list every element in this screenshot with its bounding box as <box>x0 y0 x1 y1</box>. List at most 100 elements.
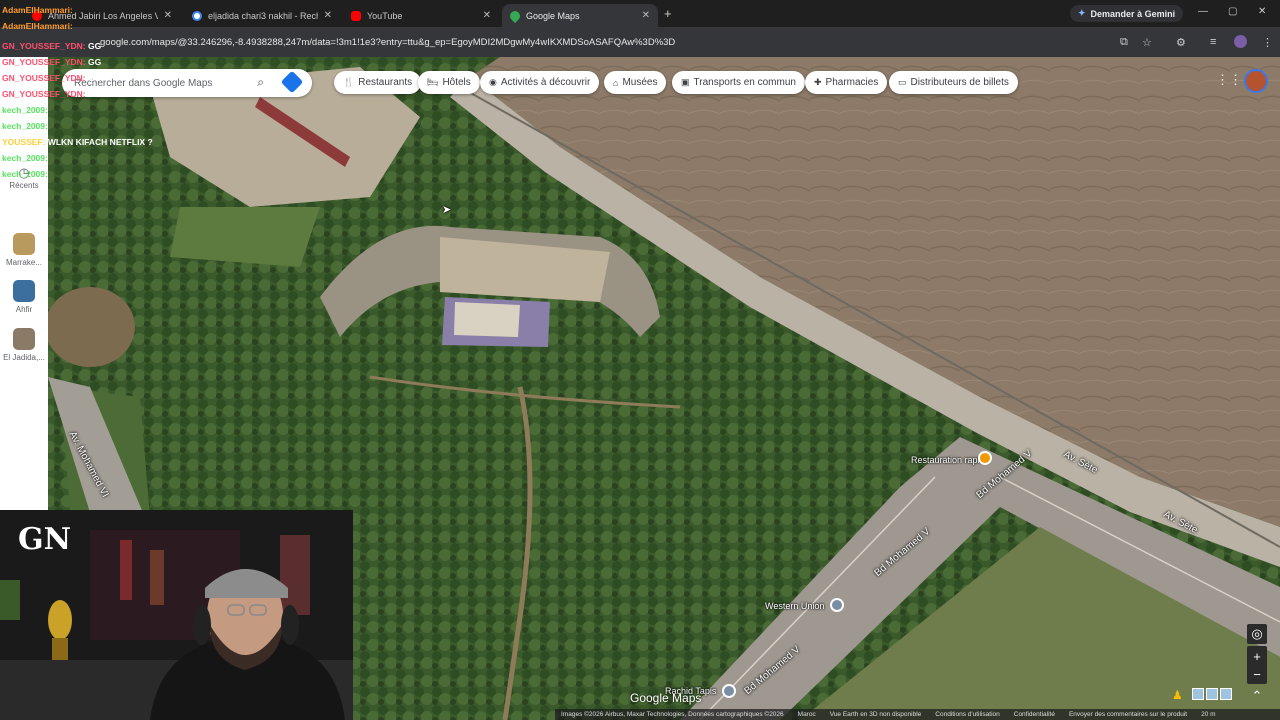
feedback-link[interactable]: Envoyer des commentaires sur le produit <box>1069 711 1187 718</box>
bookmark-star-icon[interactable]: ☆ <box>1142 36 1152 49</box>
atm-icon: ▭ <box>898 77 907 87</box>
bus-icon: ▣ <box>681 77 690 87</box>
pegman-icon[interactable]: ♟ <box>1172 688 1183 702</box>
menu-kebab-icon[interactable]: ⋮ <box>1262 36 1273 49</box>
chip-label: Restaurants <box>358 77 413 88</box>
chip-hotels[interactable]: 🛏 Hôtels <box>418 71 480 94</box>
google-maps-logo: Google Maps <box>630 691 702 705</box>
zoom-in-button[interactable]: + <box>1247 646 1267 666</box>
tab-youtube[interactable]: YouTube ✕ <box>343 4 499 27</box>
earth-3d-note: Vue Earth en 3D non disponible <box>829 711 922 718</box>
privacy-link[interactable]: Confidentialité <box>1014 711 1055 718</box>
google-favicon-icon <box>192 10 202 21</box>
chat-message: kech_2009: <box>2 169 48 179</box>
new-tab-button[interactable]: + <box>664 6 672 21</box>
chat-message: GN_YOUSSEF_YDN: GG <box>2 73 102 83</box>
screen: Ahmed Jabiri Los Angeles Vlog ✕ eljadida… <box>0 0 1280 720</box>
tab-search[interactable]: eljadida chari3 nakhil - Recherche ✕ <box>184 4 340 27</box>
chip-label: Activités à découvrir <box>500 77 591 88</box>
chip-label: Distributeurs de billets <box>910 77 1009 88</box>
chat-message: GN_YOUSSEF_YDN: GG <box>2 89 102 99</box>
restaurant-pin-icon[interactable] <box>978 451 992 465</box>
pharmacy-icon: ✚ <box>814 77 822 87</box>
bank-label[interactable]: Western Union <box>765 601 824 611</box>
chip-atms[interactable]: ▭ Distributeurs de billets <box>889 71 1018 94</box>
camera-icon: ◉ <box>489 77 497 87</box>
tab-strip: Ahmed Jabiri Los Angeles Vlog ✕ eljadida… <box>0 0 1280 27</box>
close-tab-icon[interactable]: ✕ <box>324 10 332 21</box>
maps-favicon-icon <box>507 8 523 23</box>
tab-title: eljadida chari3 nakhil - Recherche <box>208 10 318 21</box>
chat-message: kech_2009: <box>2 105 48 115</box>
place-thumbnail <box>13 280 35 302</box>
zoom-out-button[interactable]: − <box>1247 664 1267 684</box>
maximize-button[interactable]: ▢ <box>1228 6 1237 17</box>
chat-message: kech_2009: <box>2 121 48 131</box>
chat-message: YOUSSEF: WLKN KIFACH NETFLIX ? <box>2 137 153 147</box>
directions-icon[interactable] <box>280 70 304 94</box>
ask-gemini-button[interactable]: ✦ Demander à Gemini <box>1070 5 1184 22</box>
place-label: El Jadida,... <box>3 353 45 362</box>
chat-message: AdamElHammari: <box>2 21 73 31</box>
layer-thumbnail[interactable] <box>1206 688 1218 700</box>
scale-bar[interactable]: 20 m <box>1201 711 1215 718</box>
search-icon[interactable]: ⌕ <box>257 75 264 90</box>
place-label: Ahfir <box>15 305 33 314</box>
account-avatar[interactable] <box>1244 69 1268 93</box>
layer-thumbnail[interactable] <box>1192 688 1204 700</box>
layers-strip[interactable] <box>1192 688 1244 704</box>
gemini-label: Demander à Gemini <box>1090 8 1176 19</box>
recent-place-el-jadida[interactable]: El Jadida,... <box>0 328 48 362</box>
recent-place-marrakech[interactable]: Marrake... <box>0 233 48 267</box>
museum-icon: ⌂ <box>613 77 619 88</box>
address-bar: google.com/maps/@33.246296,-8.4938288,24… <box>0 27 1280 57</box>
minimize-button[interactable]: — <box>1198 6 1208 17</box>
close-tab-icon[interactable]: ✕ <box>642 10 650 21</box>
map-footer: Images ©2026 Airbus, Maxar Technologies,… <box>555 709 1280 720</box>
bed-icon: 🛏 <box>427 77 439 87</box>
expand-button[interactable]: ⌃ <box>1247 686 1267 706</box>
chip-label: Hôtels <box>442 77 471 88</box>
chip-label: Pharmacies <box>825 77 879 88</box>
chip-museums[interactable]: ⌂ Musées <box>604 71 667 94</box>
url-field[interactable]: google.com/maps/@33.246296,-8.4938288,24… <box>100 33 1140 51</box>
close-window-button[interactable]: ✕ <box>1258 6 1266 17</box>
profile-avatar-icon[interactable] <box>1234 35 1247 48</box>
place-label: Marrake... <box>5 258 42 267</box>
mouse-cursor-icon: ➤ <box>442 204 452 216</box>
bank-pin-icon[interactable] <box>830 598 844 612</box>
shop-pin-icon[interactable] <box>722 684 736 698</box>
chip-pharmacies[interactable]: ✚ Pharmacies <box>805 71 888 94</box>
layer-thumbnail[interactable] <box>1220 688 1232 700</box>
install-app-icon[interactable]: ⧉ <box>1120 36 1128 49</box>
region-link[interactable]: Maroc <box>798 711 816 718</box>
imagery-attribution: Images ©2026 Airbus, Maxar Technologies,… <box>561 711 784 718</box>
chat-message: kech_2009: <box>2 153 48 163</box>
streamer-logo: GN <box>18 522 72 557</box>
tab-title: YouTube <box>367 10 403 21</box>
recent-place-ahfir[interactable]: Ahfir <box>0 280 48 314</box>
chip-activities[interactable]: ◉ Activités à découvrir <box>480 71 600 94</box>
chat-message: AdamElHammari: <box>2 5 73 15</box>
youtube-favicon-icon <box>351 10 361 21</box>
place-thumbnail <box>13 328 35 350</box>
chip-label: Musées <box>622 77 658 88</box>
chip-restaurants[interactable]: 🍴 Restaurants <box>334 71 422 94</box>
terms-link[interactable]: Conditions d'utilisation <box>935 711 999 718</box>
chat-message: GN_YOUSSEF_YDN: GG <box>2 57 102 67</box>
gemini-sparkle-icon: ✦ <box>1078 8 1086 18</box>
chip-label: Transports en commun <box>693 77 796 88</box>
url-text: google.com/maps/@33.246296,-8.4938288,24… <box>100 36 676 48</box>
webcam-overlay: GN <box>0 510 353 720</box>
place-thumbnail <box>13 233 35 255</box>
media-controls-icon[interactable]: ≡ <box>1210 36 1216 48</box>
stream-chat-overlay: AdamElHammari: AdamElHammari: GN_YOUSSEF… <box>2 2 172 182</box>
close-tab-icon[interactable]: ✕ <box>483 10 491 21</box>
tab-google-maps[interactable]: Google Maps ✕ <box>502 4 658 27</box>
tab-title: Google Maps <box>526 10 580 21</box>
chip-transit[interactable]: ▣ Transports en commun <box>672 71 805 94</box>
chat-message: GN_YOUSSEF_YDN: GG <box>2 41 102 51</box>
extensions-icon[interactable]: ⚙ <box>1176 36 1186 49</box>
recents-label: Récents <box>9 181 39 190</box>
my-location-button[interactable]: ◎ <box>1247 624 1267 644</box>
